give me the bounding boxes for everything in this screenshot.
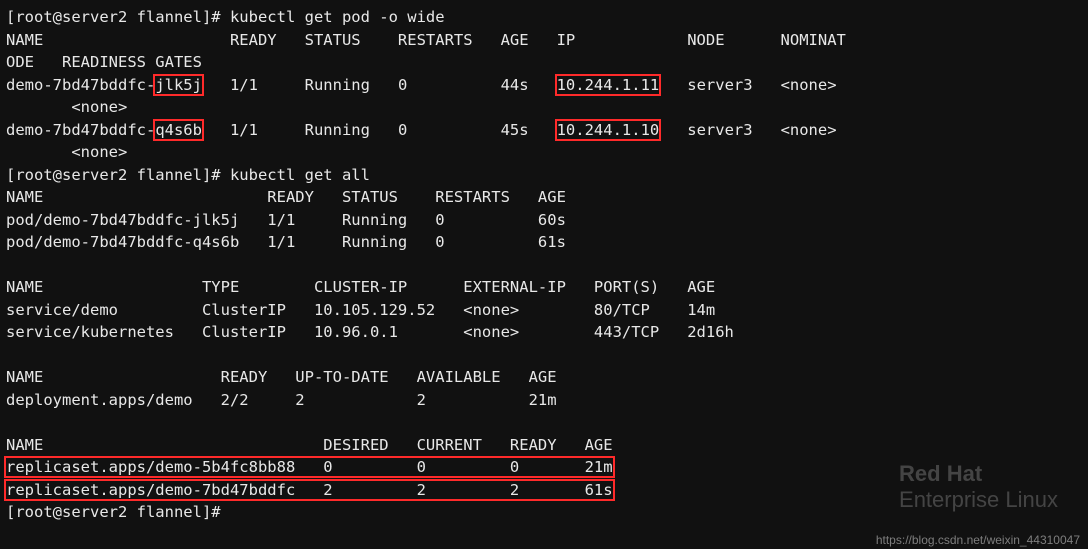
command: kubectl get pod -o wide <box>230 8 445 26</box>
blank-line <box>6 411 1082 434</box>
terminal[interactable]: [root@server2 flannel]# kubectl get pod … <box>0 0 1088 530</box>
cmd-line-3[interactable]: [root@server2 flannel]# <box>6 501 1082 524</box>
prompt: [root@server2 flannel]# <box>6 8 230 26</box>
pod-mid: 1/1 Running 0 45s <box>202 121 557 139</box>
blank-line <box>6 344 1082 367</box>
pod-name-prefix: demo-7bd47bddfc- <box>6 76 155 94</box>
wide-header-2: ODE READINESS GATES <box>6 51 1082 74</box>
rs-row: replicaset.apps/demo-7bd47bddfc 2 2 2 61… <box>6 479 1082 502</box>
cmd-line-1: [root@server2 flannel]# kubectl get pod … <box>6 6 1082 29</box>
highlight-pod-suffix: jlk5j <box>153 74 204 96</box>
command: kubectl get all <box>230 166 370 184</box>
svc-header: NAME TYPE CLUSTER-IP EXTERNAL-IP PORT(S)… <box>6 276 1082 299</box>
prompt: [root@server2 flannel]# <box>6 166 230 184</box>
rs-row: replicaset.apps/demo-5b4fc8bb88 0 0 0 21… <box>6 456 1082 479</box>
pod-name-prefix: demo-7bd47bddfc- <box>6 121 155 139</box>
pod-tail: server3 <none> <box>659 121 836 139</box>
wide-row-2b: <none> <box>6 141 1082 164</box>
highlight-pod-suffix: q4s6b <box>153 119 204 141</box>
wide-row-1b: <none> <box>6 96 1082 119</box>
highlight-replicaset: replicaset.apps/demo-5b4fc8bb88 0 0 0 21… <box>4 456 615 478</box>
wide-row-2: demo-7bd47bddfc-q4s6b 1/1 Running 0 45s … <box>6 119 1082 142</box>
pod-mid: 1/1 Running 0 44s <box>202 76 557 94</box>
pods-header: NAME READY STATUS RESTARTS AGE <box>6 186 1082 209</box>
svc-row: service/demo ClusterIP 10.105.129.52 <no… <box>6 299 1082 322</box>
cmd-line-2: [root@server2 flannel]# kubectl get all <box>6 164 1082 187</box>
dep-header: NAME READY UP-TO-DATE AVAILABLE AGE <box>6 366 1082 389</box>
highlight-ip: 10.244.1.10 <box>555 119 662 141</box>
dep-row: deployment.apps/demo 2/2 2 2 21m <box>6 389 1082 412</box>
prompt: [root@server2 flannel]# <box>6 503 230 521</box>
wide-row-1: demo-7bd47bddfc-jlk5j 1/1 Running 0 44s … <box>6 74 1082 97</box>
highlight-ip: 10.244.1.11 <box>555 74 662 96</box>
wide-header: NAME READY STATUS RESTARTS AGE IP NODE N… <box>6 29 1082 52</box>
blank-line <box>6 254 1082 277</box>
pods-row: pod/demo-7bd47bddfc-jlk5j 1/1 Running 0 … <box>6 209 1082 232</box>
rs-header: NAME DESIRED CURRENT READY AGE <box>6 434 1082 457</box>
csdn-watermark: https://blog.csdn.net/weixin_44310047 <box>876 533 1080 547</box>
highlight-replicaset: replicaset.apps/demo-7bd47bddfc 2 2 2 61… <box>4 479 615 501</box>
pod-tail: server3 <none> <box>659 76 836 94</box>
pods-row: pod/demo-7bd47bddfc-q4s6b 1/1 Running 0 … <box>6 231 1082 254</box>
svc-row: service/kubernetes ClusterIP 10.96.0.1 <… <box>6 321 1082 344</box>
